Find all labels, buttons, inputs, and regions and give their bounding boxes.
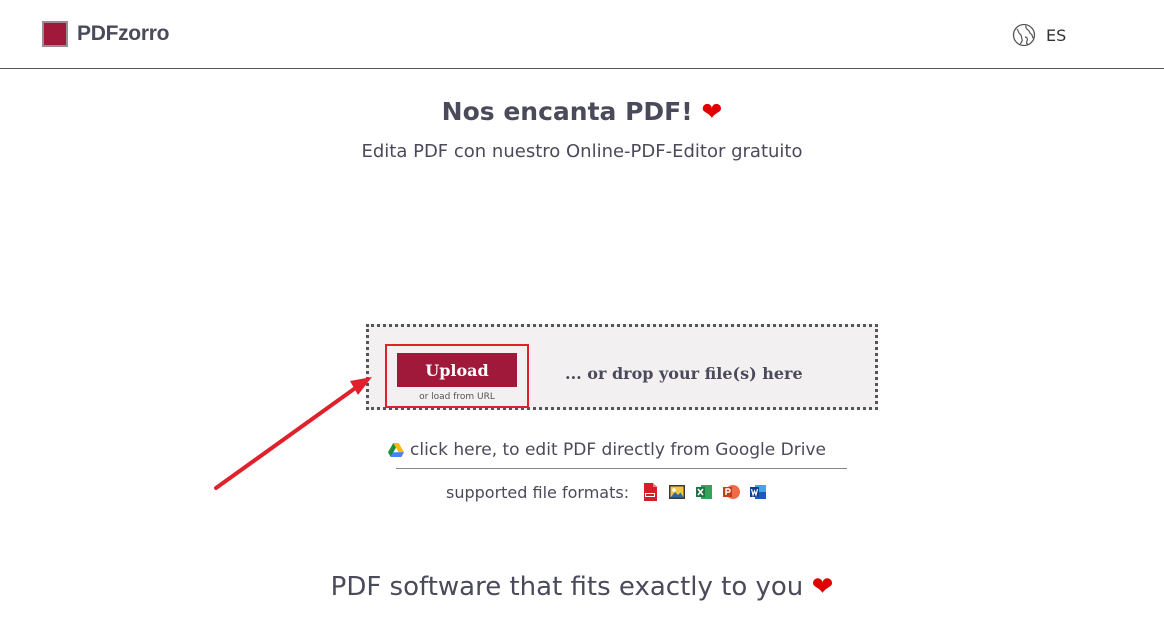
powerpoint-icon bbox=[723, 485, 741, 499]
image-icon bbox=[669, 485, 686, 499]
supported-formats-label: supported file formats: bbox=[446, 482, 630, 502]
upload-highlight-frame: Upload or load from URL bbox=[385, 344, 529, 408]
google-drive-link-text: click here, to edit PDF directly from Go… bbox=[410, 440, 826, 460]
upload-button[interactable]: Upload bbox=[397, 353, 517, 387]
google-drive-icon bbox=[388, 443, 404, 457]
square-logo-icon bbox=[42, 21, 68, 47]
red-arrow-icon bbox=[214, 377, 372, 490]
tagline-text: PDF software that fits exactly to you bbox=[330, 572, 804, 602]
drop-files-text: ... or drop your file(s) here bbox=[565, 364, 803, 383]
load-from-url-link[interactable]: or load from URL bbox=[387, 392, 527, 402]
tagline: PDF software that fits exactly to you ❤ bbox=[0, 572, 1164, 602]
file-drop-zone[interactable]: Upload or load from URL ... or drop your… bbox=[366, 324, 878, 410]
word-icon bbox=[750, 485, 767, 499]
brand-logo-link[interactable]: PDFzorro bbox=[42, 19, 169, 49]
globe-icon bbox=[1012, 23, 1036, 47]
header: PDFzorro ES bbox=[0, 0, 1164, 69]
language-label: ES bbox=[1046, 25, 1067, 45]
language-selector[interactable]: ES bbox=[1012, 22, 1066, 48]
divider bbox=[396, 468, 847, 469]
page: PDFzorro ES Nos encanta PDF! ❤ Edita PDF… bbox=[0, 0, 1164, 632]
excel-icon bbox=[696, 485, 713, 499]
heart-icon: ❤ bbox=[811, 572, 834, 602]
page-title: Nos encanta PDF! ❤ bbox=[0, 97, 1164, 126]
page-subtitle: Edita PDF con nuestro Online-PDF-Editor … bbox=[361, 141, 803, 162]
page-title-text: Nos encanta PDF! bbox=[441, 97, 693, 126]
heart-icon: ❤ bbox=[701, 97, 723, 126]
google-drive-link[interactable]: click here, to edit PDF directly from Go… bbox=[388, 438, 826, 462]
pdf-icon bbox=[644, 483, 658, 501]
supported-formats: supported file formats: bbox=[446, 480, 776, 504]
brand-name: PDFzorro bbox=[77, 22, 170, 45]
